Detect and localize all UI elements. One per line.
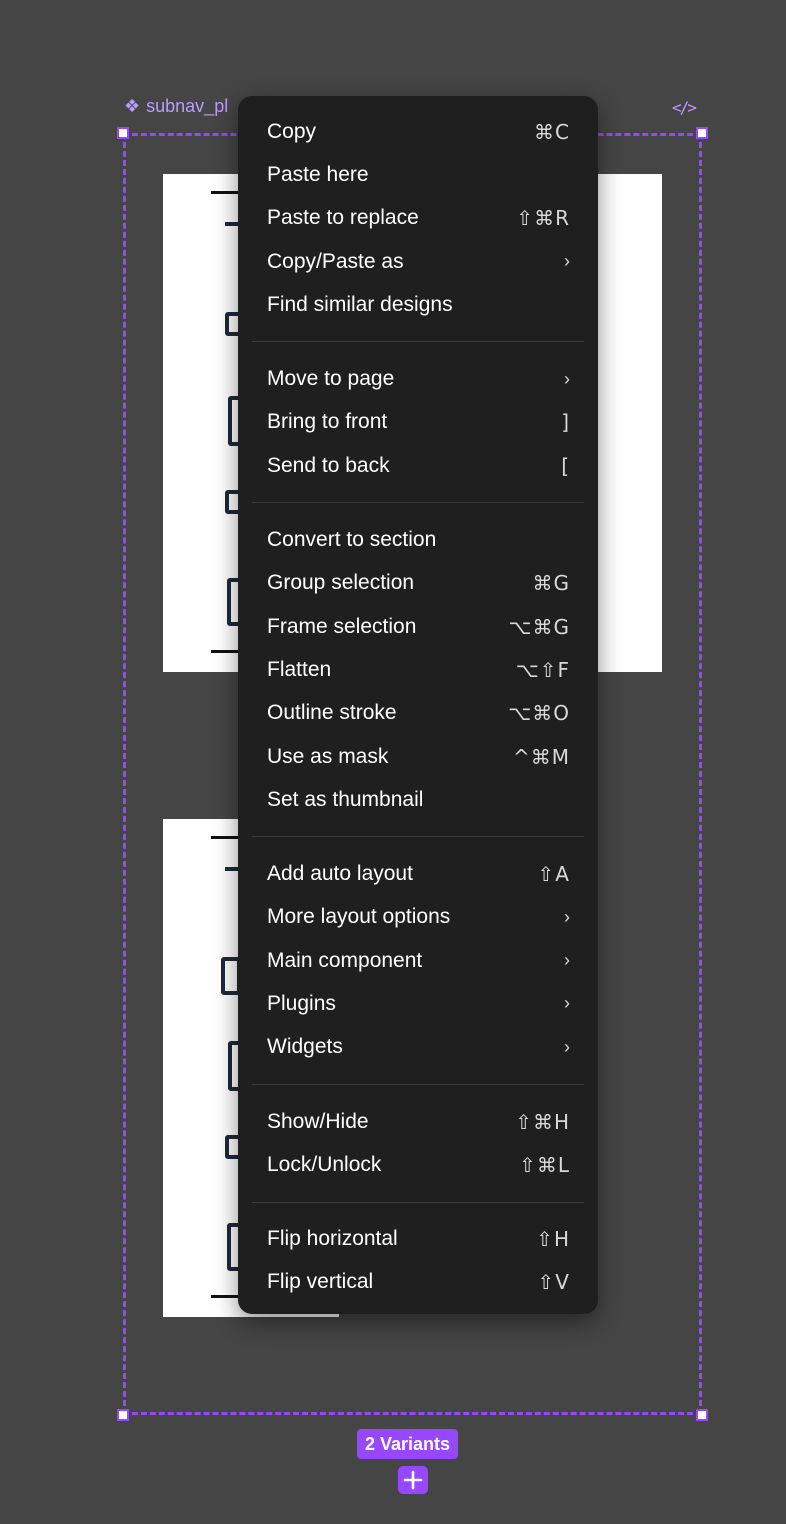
menu-item-shortcut: ⌥⌘G: [508, 614, 570, 639]
variants-badge[interactable]: 2 Variants: [357, 1429, 459, 1459]
menu-item-set-as-thumbnail[interactable]: Set as thumbnail: [238, 778, 598, 821]
menu-item-show-hide[interactable]: Show/Hide ⇧⌘H: [238, 1100, 598, 1143]
menu-item-label: Bring to front: [267, 410, 388, 434]
chevron-right-icon: ›: [564, 251, 570, 272]
menu-item-label: Paste here: [267, 162, 369, 186]
menu-item-label: Outline stroke: [267, 701, 397, 725]
resize-handle-top-left[interactable]: [117, 127, 129, 139]
menu-item-flatten[interactable]: Flatten ⌥⇧F: [238, 648, 598, 691]
chevron-right-icon: ›: [564, 906, 570, 927]
resize-handle-bottom-right[interactable]: [696, 1409, 708, 1421]
menu-item-label: Send to back: [267, 453, 390, 477]
menu-item-shortcut: [: [561, 453, 570, 478]
menu-item-shortcut: ⌥⌘O: [508, 701, 570, 726]
menu-item-shortcut: ⇧H: [536, 1227, 570, 1252]
menu-item-shortcut: ⌥⇧F: [515, 657, 570, 682]
menu-item-main-component[interactable]: Main component ›: [238, 939, 598, 982]
menu-item-paste-here[interactable]: Paste here: [238, 153, 598, 196]
menu-item-shortcut: ⇧A: [537, 862, 570, 887]
menu-item-label: Find similar designs: [267, 292, 453, 316]
menu-item-outline-stroke[interactable]: Outline stroke ⌥⌘O: [238, 692, 598, 735]
menu-item-label: Add auto layout: [267, 862, 413, 886]
menu-item-plugins[interactable]: Plugins ›: [238, 982, 598, 1025]
menu-item-convert-to-section[interactable]: Convert to section: [238, 518, 598, 561]
menu-item-lock-unlock[interactable]: Lock/Unlock ⇧⌘L: [238, 1143, 598, 1186]
menu-item-label: Paste to replace: [267, 206, 419, 230]
menu-item-use-as-mask[interactable]: Use as mask ^⌘M: [238, 735, 598, 778]
menu-item-frame-selection[interactable]: Frame selection ⌥⌘G: [238, 605, 598, 648]
menu-item-flip-horizontal[interactable]: Flip horizontal ⇧H: [238, 1218, 598, 1261]
menu-item-widgets[interactable]: Widgets ›: [238, 1026, 598, 1069]
menu-item-label: Flip vertical: [267, 1270, 374, 1294]
menu-separator: [252, 1201, 584, 1203]
menu-item-label: Plugins: [267, 991, 336, 1015]
chevron-right-icon: ›: [564, 368, 570, 389]
menu-item-label: Flatten: [267, 657, 332, 681]
menu-separator: [252, 341, 584, 343]
menu-item-shortcut: ]: [561, 410, 570, 435]
menu-item-label: Move to page: [267, 367, 395, 391]
component-set-name: subnav_pl: [146, 96, 229, 116]
menu-item-label: More layout options: [267, 905, 451, 929]
menu-item-send-to-back[interactable]: Send to back [: [238, 444, 598, 487]
menu-item-shortcut: ⇧V: [537, 1270, 570, 1295]
menu-item-copy-paste-as[interactable]: Copy/Paste as ›: [238, 240, 598, 283]
menu-item-move-to-page[interactable]: Move to page ›: [238, 357, 598, 400]
menu-item-label: Set as thumbnail: [267, 787, 424, 811]
menu-item-label: Frame selection: [267, 614, 417, 638]
chevron-right-icon: ›: [564, 993, 570, 1014]
menu-item-label: Flip horizontal: [267, 1227, 398, 1251]
menu-item-paste-to-replace[interactable]: Paste to replace ⇧⌘R: [238, 197, 598, 240]
resize-handle-top-right[interactable]: [696, 127, 708, 139]
menu-separator: [252, 502, 584, 504]
menu-item-bring-to-front[interactable]: Bring to front]: [238, 401, 598, 444]
menu-item-more-layout-options[interactable]: More layout options ›: [238, 896, 598, 939]
menu-separator: [252, 836, 584, 838]
menu-item-shortcut: ⌘C: [534, 119, 570, 144]
menu-item-label: Use as mask: [267, 744, 389, 768]
chevron-right-icon: ›: [564, 1036, 570, 1057]
menu-item-flip-vertical[interactable]: Flip vertical ⇧V: [238, 1261, 598, 1304]
chevron-right-icon: ›: [564, 950, 570, 971]
component-set-icon: ❖: [124, 96, 141, 116]
menu-item-label: Show/Hide: [267, 1109, 369, 1133]
resize-handle-bottom-left[interactable]: [117, 1409, 129, 1421]
menu-separator: [252, 1083, 584, 1085]
menu-item-shortcut: ⌘G: [532, 571, 570, 596]
code-icon[interactable]: </>: [672, 98, 697, 117]
menu-item-find-similar-designs[interactable]: Find similar designs: [238, 283, 598, 326]
menu-item-copy[interactable]: Copy ⌘C: [238, 110, 598, 153]
menu-item-label: Copy/Paste as: [267, 249, 404, 273]
menu-item-label: Group selection: [267, 571, 415, 595]
plus-icon: [403, 1470, 423, 1490]
menu-item-shortcut: ⇧⌘R: [516, 206, 570, 231]
menu-item-shortcut: ⇧⌘L: [519, 1152, 570, 1177]
menu-item-label: Main component: [267, 948, 423, 972]
add-variant-button[interactable]: [398, 1466, 428, 1494]
menu-item-label: Copy: [267, 119, 317, 143]
menu-item-shortcut: ^⌘M: [512, 744, 570, 769]
menu-item-label: Convert to section: [267, 528, 437, 552]
menu-item-label: Lock/Unlock: [267, 1152, 382, 1176]
component-set-label[interactable]: ❖ subnav_pl: [124, 96, 228, 117]
menu-item-group-selection[interactable]: Group selection ⌘G: [238, 562, 598, 605]
menu-item-label: Widgets: [267, 1035, 343, 1059]
menu-item-add-auto-layout[interactable]: Add auto layout ⇧A: [238, 852, 598, 895]
context-menu: Copy ⌘C Paste here Paste to replace ⇧⌘R Copy/…: [238, 96, 598, 1314]
menu-item-shortcut: ⇧⌘H: [515, 1109, 570, 1134]
